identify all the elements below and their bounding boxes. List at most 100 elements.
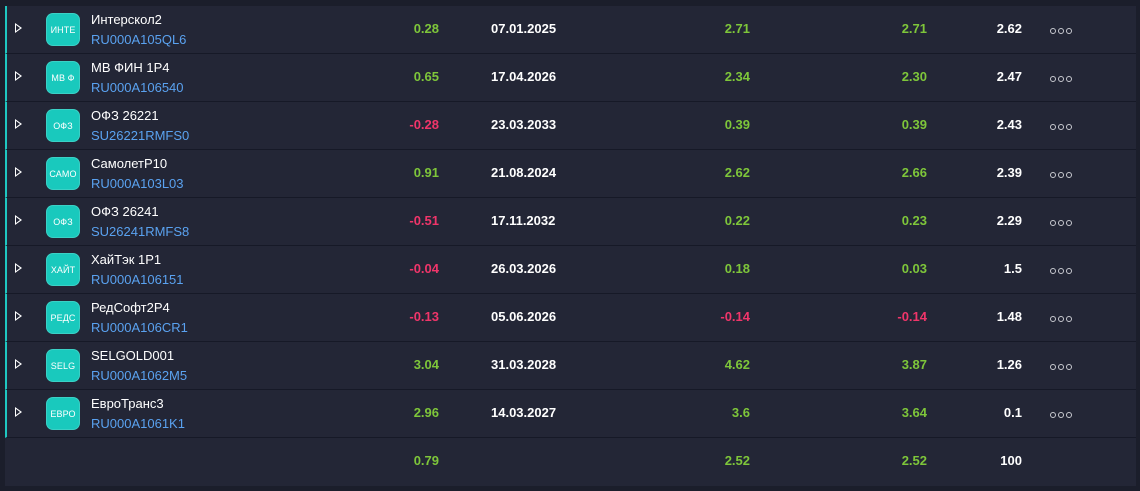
table-row[interactable]: ХАЙТ ХайТэк 1Р1 RU000A106151 -0.04 26.03…	[5, 246, 1136, 294]
more-options-icon[interactable]	[1050, 124, 1072, 130]
yield-value: 4.62	[724, 357, 750, 372]
table-row[interactable]: МВ Ф МВ ФИН 1Р4 RU000A106540 0.65 17.04.…	[5, 54, 1136, 102]
table-row[interactable]: ИНТЕ Интерскол2 RU000A105QL6 0.28 07.01.…	[5, 6, 1136, 54]
expand-triangle-icon[interactable]	[15, 71, 22, 81]
security-isin[interactable]: SU26221RMFS0	[91, 128, 189, 143]
maturity-date: 14.03.2027	[491, 405, 557, 420]
table-row[interactable]: ОФЗ ОФЗ 26221 SU26221RMFS0 -0.28 23.03.2…	[5, 102, 1136, 150]
maturity-date: 17.04.2026	[491, 69, 557, 84]
security-logo: ХАЙТ	[46, 253, 80, 286]
more-options-icon[interactable]	[1050, 28, 1072, 34]
change-value: 3.04	[413, 357, 439, 372]
total-change: 0.79	[413, 453, 439, 468]
weight-value: 1.48	[996, 309, 1022, 324]
weight-value: 0.1	[1003, 405, 1022, 420]
more-options-icon[interactable]	[1050, 316, 1072, 322]
expand-triangle-icon[interactable]	[15, 407, 22, 417]
weight-value: 1.26	[996, 357, 1022, 372]
security-name[interactable]: ОФЗ 26241	[91, 204, 159, 219]
security-name[interactable]: МВ ФИН 1Р4	[91, 60, 169, 75]
security-logo: МВ Ф	[46, 61, 80, 94]
change-value: 0.65	[413, 69, 439, 84]
security-logo: ОФЗ	[46, 205, 80, 238]
yield-value-2: 0.23	[901, 213, 927, 228]
yield-value-2: 0.03	[901, 261, 927, 276]
table-row[interactable]: ОФЗ ОФЗ 26241 SU26241RMFS8 -0.51 17.11.2…	[5, 198, 1136, 246]
expand-triangle-icon[interactable]	[15, 263, 22, 273]
yield-value-2: -0.14	[897, 309, 927, 324]
security-logo: РЕДС	[46, 301, 80, 334]
security-isin[interactable]: RU000A106CR1	[91, 320, 188, 335]
yield-value: 0.18	[724, 261, 750, 276]
expand-triangle-icon[interactable]	[15, 311, 22, 321]
expand-triangle-icon[interactable]	[15, 119, 22, 129]
security-isin[interactable]: RU000A106540	[91, 80, 184, 95]
security-name[interactable]: Интерскол2	[91, 12, 162, 27]
expand-triangle-icon[interactable]	[15, 167, 22, 177]
maturity-date: 31.03.2028	[491, 357, 557, 372]
maturity-date: 05.06.2026	[491, 309, 557, 324]
security-isin[interactable]: RU000A106151	[91, 272, 184, 287]
expand-triangle-icon[interactable]	[15, 23, 22, 33]
security-isin[interactable]: RU000A103L03	[91, 176, 184, 191]
change-value: 2.96	[413, 405, 439, 420]
yield-value-2: 0.39	[901, 117, 927, 132]
expand-triangle-icon[interactable]	[15, 215, 22, 225]
weight-value: 1.5	[1003, 261, 1022, 276]
weight-value: 2.47	[996, 69, 1022, 84]
yield-value-2: 2.30	[901, 69, 927, 84]
more-options-icon[interactable]	[1050, 364, 1072, 370]
weight-value: 2.39	[996, 165, 1022, 180]
change-value: -0.28	[409, 117, 439, 132]
yield-value-2: 3.87	[901, 357, 927, 372]
security-isin[interactable]: RU000A105QL6	[91, 32, 186, 47]
table-row[interactable]: ЕВРО ЕвроТранс3 RU000A1061K1 2.96 14.03.…	[5, 390, 1136, 438]
yield-value: -0.14	[720, 309, 750, 324]
security-name[interactable]: ХайТэк 1Р1	[91, 252, 161, 267]
security-name[interactable]: РедСофт2Р4	[91, 300, 170, 315]
more-options-icon[interactable]	[1050, 76, 1072, 82]
more-options-icon[interactable]	[1050, 412, 1072, 418]
security-isin[interactable]: RU000A1061K1	[91, 416, 185, 431]
more-options-icon[interactable]	[1050, 220, 1072, 226]
maturity-date: 23.03.2033	[491, 117, 557, 132]
portfolio-table: ИНТЕ Интерскол2 RU000A105QL6 0.28 07.01.…	[5, 6, 1136, 486]
security-logo: САМО	[46, 157, 80, 190]
security-name[interactable]: ОФЗ 26221	[91, 108, 159, 123]
change-value: -0.04	[409, 261, 439, 276]
weight-value: 2.62	[996, 21, 1022, 36]
change-value: -0.13	[409, 309, 439, 324]
table-row[interactable]: САМО СамолетР10 RU000A103L03 0.91 21.08.…	[5, 150, 1136, 198]
yield-value-2: 2.71	[901, 21, 927, 36]
change-value: 0.28	[413, 21, 439, 36]
maturity-date: 07.01.2025	[491, 21, 557, 36]
security-logo: SELG	[46, 349, 80, 382]
total-weight: 100	[1000, 453, 1022, 468]
security-name[interactable]: ЕвроТранс3	[91, 396, 164, 411]
security-name[interactable]: СамолетР10	[91, 156, 167, 171]
security-logo: ЕВРО	[46, 397, 80, 430]
yield-value-2: 3.64	[901, 405, 927, 420]
more-options-icon[interactable]	[1050, 268, 1072, 274]
total-yield: 2.52	[724, 453, 750, 468]
maturity-date: 17.11.2032	[491, 213, 556, 228]
weight-value: 2.29	[996, 213, 1022, 228]
yield-value-2: 2.66	[901, 165, 927, 180]
total-yield-2: 2.52	[901, 453, 927, 468]
security-logo: ИНТЕ	[46, 13, 80, 46]
table-row[interactable]: РЕДС РедСофт2Р4 RU000A106CR1 -0.13 05.06…	[5, 294, 1136, 342]
table-row[interactable]: SELG SELGOLD001 RU000A1062M5 3.04 31.03.…	[5, 342, 1136, 390]
expand-triangle-icon[interactable]	[15, 359, 22, 369]
yield-value: 2.34	[724, 69, 750, 84]
security-isin[interactable]: SU26241RMFS8	[91, 224, 189, 239]
security-isin[interactable]: RU000A1062M5	[91, 368, 187, 383]
yield-value: 2.71	[724, 21, 750, 36]
security-name[interactable]: SELGOLD001	[91, 348, 174, 363]
security-logo: ОФЗ	[46, 109, 80, 142]
more-options-icon[interactable]	[1050, 172, 1072, 178]
change-value: -0.51	[409, 213, 439, 228]
yield-value: 3.6	[731, 405, 750, 420]
totals-row: 0.79 2.52 2.52 100	[5, 438, 1136, 486]
maturity-date: 26.03.2026	[491, 261, 557, 276]
maturity-date: 21.08.2024	[491, 165, 557, 180]
